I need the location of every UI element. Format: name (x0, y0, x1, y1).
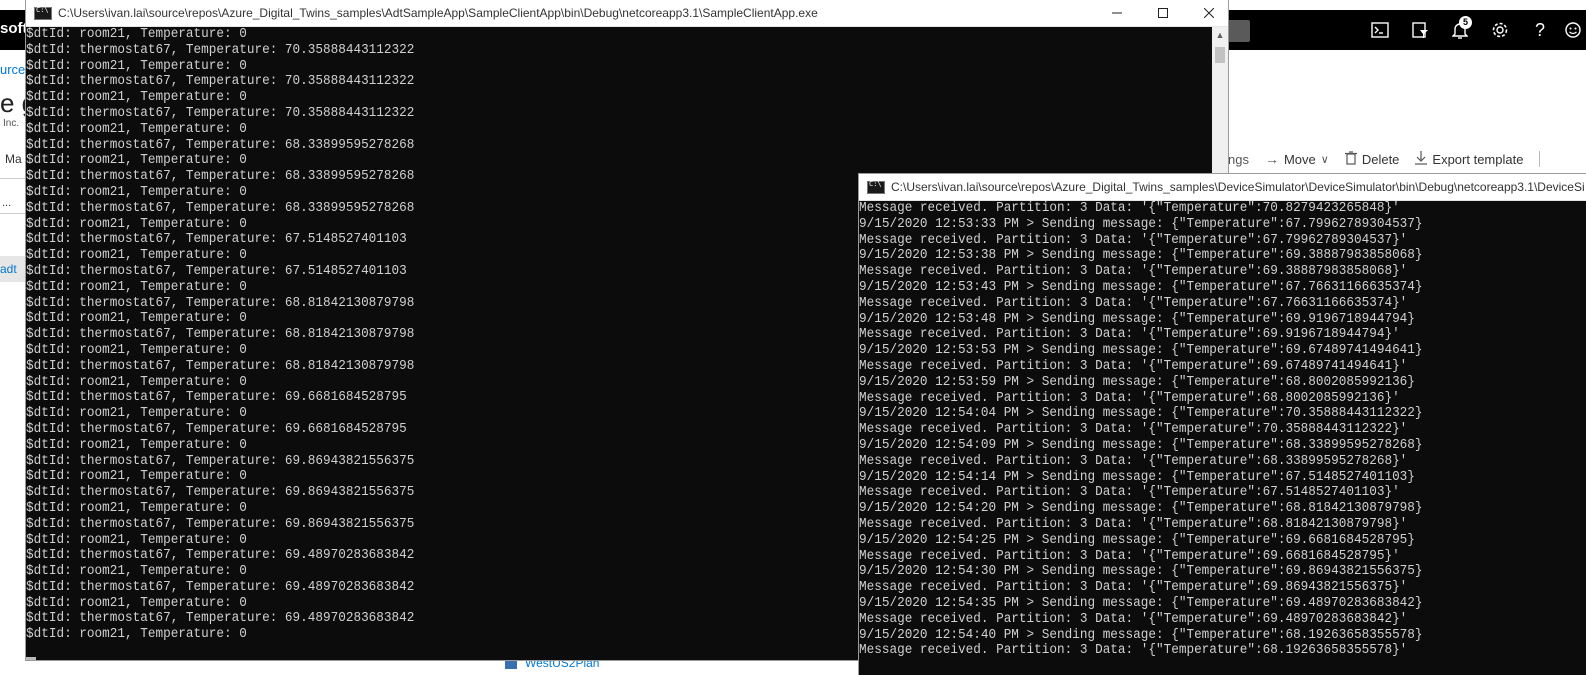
console-line: 9/15/2020 12:53:33 PM > Sending message:… (859, 216, 1423, 232)
toolbar-divider (1539, 151, 1541, 167)
arrow-right-icon: → (1264, 151, 1279, 167)
filter-divider (0, 213, 28, 214)
download-icon (1415, 150, 1428, 168)
console-line: 9/15/2020 12:53:59 PM > Sending message:… (859, 374, 1415, 390)
console-line: 9/15/2020 12:53:48 PM > Sending message:… (859, 311, 1415, 327)
console-line: Message received. Partition: 3 Data: '{"… (859, 643, 1408, 659)
console-line: $dtId: thermostat67, Temperature: 70.358… (26, 42, 415, 58)
console-line: $dtId: thermostat67, Temperature: 68.338… (26, 137, 415, 153)
console-line: Message received. Partition: 3 Data: '{"… (859, 358, 1408, 374)
console-line: Message received. Partition: 3 Data: '{"… (859, 580, 1408, 596)
client-window-controls (1094, 0, 1232, 26)
console-line: 9/15/2020 12:54:20 PM > Sending message:… (859, 501, 1423, 517)
toolbar-tags-label: ngs (1228, 151, 1249, 167)
console-line: Message received. Partition: 3 Data: '{"… (859, 264, 1408, 280)
help-icon[interactable]: ? (1520, 10, 1560, 50)
device-simulator-console-window[interactable]: C:\Users\ivan.lai\source\repos\Azure_Dig… (859, 174, 1586, 675)
console-line: $dtId: room21, Temperature: 0 (26, 58, 247, 74)
toolbar-tags-button[interactable]: ngs (1228, 152, 1249, 167)
console-line: 9/15/2020 12:53:53 PM > Sending message:… (859, 343, 1423, 359)
close-button[interactable] (1186, 0, 1232, 26)
console-app-icon (34, 6, 52, 20)
toolbar-export-label: Export template (1432, 151, 1524, 167)
console-line: 9/15/2020 12:54:04 PM > Sending message:… (859, 406, 1423, 422)
simulator-console-output[interactable]: Message received. Partition: 3 Data: '{"… (859, 201, 1586, 675)
console-line: Message received. Partition: 3 Data: '{"… (859, 611, 1408, 627)
console-line: $dtId: room21, Temperature: 0 (26, 121, 247, 137)
cloud-shell-icon[interactable] (1360, 10, 1400, 50)
gear-icon[interactable] (1480, 10, 1520, 50)
trash-icon (1344, 150, 1357, 168)
console-line: Message received. Partition: 3 Data: '{"… (859, 327, 1400, 343)
resource-menu-item[interactable]: Ma (5, 152, 22, 166)
console-line: Message received. Partition: 3 Data: '{"… (859, 516, 1408, 532)
resource-link-adt[interactable]: adt (0, 262, 17, 276)
console-line: 9/15/2020 12:54:14 PM > Sending message:… (859, 469, 1415, 485)
console-line: Message received. Partition: 3 Data: '{"… (859, 201, 1400, 216)
console-line: 9/15/2020 12:54:40 PM > Sending message:… (859, 627, 1423, 643)
portal-header-icons: 5 ? (1360, 10, 1586, 50)
resource-group-breadcrumb[interactable]: urce (0, 62, 25, 77)
console-line: $dtId: room21, Temperature: 0 (26, 153, 247, 169)
console-line: Message received. Partition: 3 Data: '{"… (859, 453, 1408, 469)
console-line: $dtId: room21, Temperature: 0 (26, 90, 247, 106)
console-line: Message received. Partition: 3 Data: '{"… (859, 485, 1400, 501)
console-line: Message received. Partition: 3 Data: '{"… (859, 422, 1408, 438)
console-line: Message received. Partition: 3 Data: '{"… (859, 232, 1408, 248)
console-line: $dtId: thermostat67, Temperature: 70.358… (26, 105, 415, 121)
client-app-title-bar[interactable]: C:\Users\ivan.lai\source\repos\Azure_Dig… (26, 0, 1228, 27)
menu-divider (0, 178, 28, 179)
console-line: 9/15/2020 12:54:25 PM > Sending message:… (859, 532, 1415, 548)
console-line: Message received. Partition: 3 Data: '{"… (859, 390, 1400, 406)
filter-input[interactable]: ... (2, 197, 11, 209)
resource-toolbar: ngs → Move ∨ Delete Export template (1228, 146, 1541, 172)
console-line: 9/15/2020 12:53:43 PM > Sending message:… (859, 279, 1423, 295)
chevron-down-icon: ∨ (1320, 153, 1329, 166)
console-line: 9/15/2020 12:53:38 PM > Sending message:… (859, 248, 1423, 264)
simulator-title: C:\Users\ivan.lai\source\repos\Azure_Dig… (891, 180, 1585, 194)
toolbar-move-button[interactable]: → Move ∨ (1265, 151, 1329, 167)
portal-brand: soft (0, 20, 28, 37)
toolbar-export-button[interactable]: Export template (1415, 150, 1524, 168)
bell-icon[interactable]: 5 (1440, 10, 1480, 50)
client-app-title: C:\Users\ivan.lai\source\repos\Azure_Dig… (58, 6, 818, 20)
directory-filter-icon[interactable] (1400, 10, 1440, 50)
notification-badge: 5 (1459, 16, 1472, 29)
console-line: Message received. Partition: 3 Data: '{"… (859, 295, 1408, 311)
toolbar-delete-button[interactable]: Delete (1344, 150, 1400, 168)
resource-group-subtitle: Inc. (3, 118, 20, 129)
console-line: 9/15/2020 12:54:09 PM > Sending message:… (859, 437, 1423, 453)
console-line: 9/15/2020 12:54:35 PM > Sending message:… (859, 595, 1423, 611)
scroll-up-arrow-icon[interactable]: ▲ (1212, 27, 1228, 43)
scrollbar-thumb[interactable] (1215, 47, 1225, 63)
console-line: $dtId: thermostat67, Temperature: 70.358… (26, 74, 415, 90)
client-bottom-edge (26, 657, 36, 660)
toolbar-delete-label: Delete (1361, 151, 1400, 167)
minimize-button[interactable] (1094, 0, 1140, 26)
console-line: 9/15/2020 12:54:30 PM > Sending message:… (859, 564, 1423, 580)
feedback-icon[interactable] (1560, 10, 1586, 50)
console-line: Message received. Partition: 3 Data: '{"… (859, 548, 1400, 564)
toolbar-move-label: Move (1283, 151, 1316, 167)
maximize-button[interactable] (1140, 0, 1186, 26)
console-app-icon (867, 180, 885, 194)
simulator-title-bar[interactable]: C:\Users\ivan.lai\source\repos\Azure_Dig… (859, 174, 1586, 201)
console-line: $dtId: room21, Temperature: 0 (26, 27, 247, 42)
